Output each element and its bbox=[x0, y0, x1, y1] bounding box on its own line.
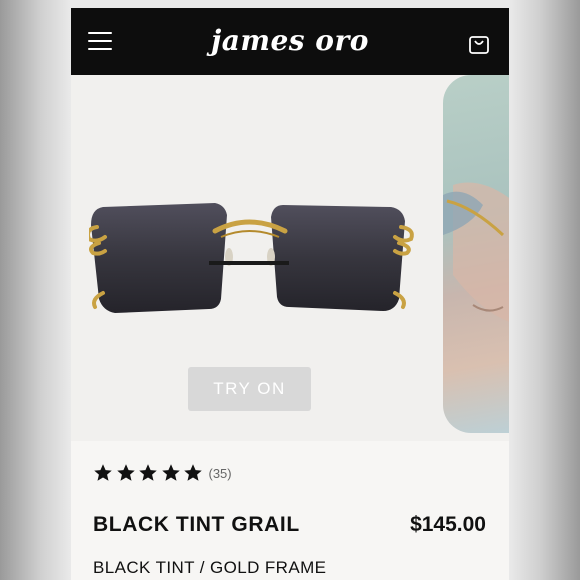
product-variant: BLACK TINT / GOLD FRAME bbox=[93, 558, 327, 577]
product-info: (35) BLACK TINT GRAIL $145.00 BLACK TINT… bbox=[71, 441, 509, 580]
next-product-image[interactable] bbox=[443, 75, 509, 433]
try-on-button[interactable]: TRY ON bbox=[188, 367, 311, 411]
site-header: james oro bbox=[71, 8, 509, 75]
star-icon bbox=[184, 464, 202, 481]
star-icon bbox=[116, 464, 135, 481]
sunglasses-wearer-image bbox=[443, 182, 509, 322]
product-title: BLACK TINT GRAIL bbox=[93, 513, 300, 536]
rating-row[interactable]: (35) bbox=[93, 463, 232, 483]
brand-logo[interactable]: james oro bbox=[71, 24, 509, 57]
product-price: $145.00 bbox=[410, 513, 486, 536]
star-icon bbox=[94, 464, 112, 481]
sunglasses-image bbox=[89, 203, 414, 313]
review-count[interactable]: (35) bbox=[209, 466, 232, 481]
shopping-bag-icon bbox=[469, 36, 489, 54]
cart-button[interactable] bbox=[467, 32, 491, 56]
phone-screen: james oro TRY ON (35) BLACK TINT GRAIL $… bbox=[71, 8, 509, 580]
star-icon bbox=[161, 464, 180, 481]
star-icon bbox=[139, 464, 157, 481]
product-image-carousel[interactable]: TRY ON bbox=[71, 75, 509, 441]
